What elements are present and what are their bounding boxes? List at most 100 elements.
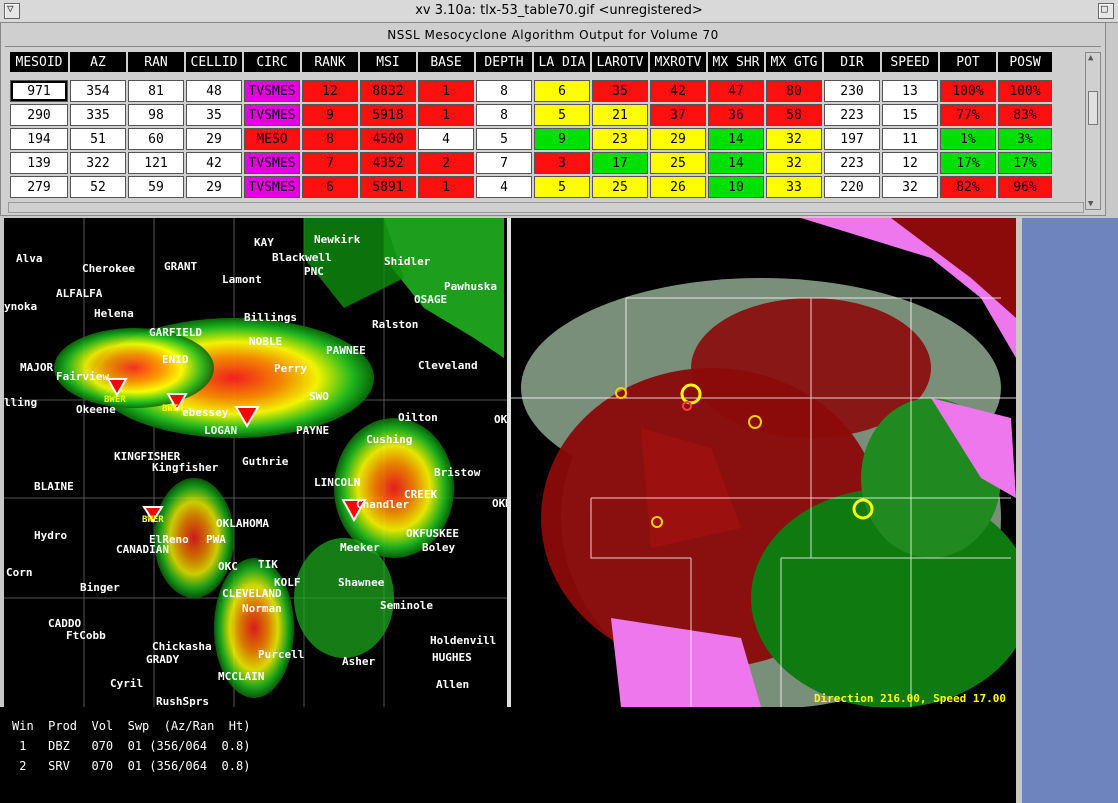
table-cell[interactable]: 35 xyxy=(592,80,648,102)
table-cell[interactable]: 223 xyxy=(824,152,880,174)
table-cell[interactable]: 971 xyxy=(10,80,68,102)
table-cell[interactable]: 9 xyxy=(534,128,590,150)
table-cell[interactable]: 12 xyxy=(302,80,358,102)
table-cell[interactable]: 322 xyxy=(70,152,126,174)
table-cell[interactable]: 279 xyxy=(10,176,68,198)
table-cell[interactable]: TVSMES xyxy=(244,176,300,198)
table-cell[interactable]: 13 xyxy=(882,80,938,102)
table-cell[interactable]: 3% xyxy=(998,128,1052,150)
table-cell[interactable]: 32 xyxy=(882,176,938,198)
table-cell[interactable]: 52 xyxy=(70,176,126,198)
table-cell[interactable]: 51 xyxy=(70,128,126,150)
table-cell[interactable]: 29 xyxy=(186,176,242,198)
table-cell[interactable]: 7 xyxy=(476,152,532,174)
table-cell[interactable]: 8832 xyxy=(360,80,416,102)
table-cell[interactable]: 230 xyxy=(824,80,880,102)
table-cell[interactable]: 290 xyxy=(10,104,68,126)
table-cell[interactable]: 48 xyxy=(186,80,242,102)
table-cell[interactable]: 1% xyxy=(940,128,996,150)
table-cell[interactable]: 96% xyxy=(998,176,1052,198)
table-cell[interactable]: 32 xyxy=(766,152,822,174)
table-cell[interactable]: 14 xyxy=(708,152,764,174)
table-cell[interactable]: 60 xyxy=(128,128,184,150)
table-cell[interactable]: MESO xyxy=(244,128,300,150)
table-cell[interactable]: TVSMES xyxy=(244,152,300,174)
table-cell[interactable]: 194 xyxy=(10,128,68,150)
table-cell[interactable]: 82% xyxy=(940,176,996,198)
table-cell[interactable]: 98 xyxy=(128,104,184,126)
table-cell[interactable]: 35 xyxy=(186,104,242,126)
table-cell[interactable]: 33 xyxy=(766,176,822,198)
table-cell[interactable]: 4500 xyxy=(360,128,416,150)
table-cell[interactable]: 8 xyxy=(302,128,358,150)
table-cell[interactable]: 47 xyxy=(708,80,764,102)
scroll-thumb[interactable] xyxy=(1088,91,1098,125)
table-cell[interactable]: 100% xyxy=(940,80,996,102)
table-cell[interactable]: 23 xyxy=(592,128,648,150)
table-cell[interactable]: 8 xyxy=(476,104,532,126)
table-cell[interactable]: TVSMES xyxy=(244,104,300,126)
table-cell[interactable]: 335 xyxy=(70,104,126,126)
table-cell[interactable]: 14 xyxy=(708,128,764,150)
table-cell[interactable]: 3 xyxy=(534,152,590,174)
table-cell[interactable]: 5891 xyxy=(360,176,416,198)
table-cell[interactable]: 1 xyxy=(418,104,474,126)
table-cell[interactable]: 17 xyxy=(592,152,648,174)
table-row[interactable]: 290 335 98 35 TVSMES 9 5918 1 8 5 21 37 36 58 223 15 77%… xyxy=(10,104,1052,126)
table-cell[interactable]: 15 xyxy=(882,104,938,126)
table-vertical-scrollbar[interactable]: ▲ ▼ xyxy=(1085,52,1101,210)
table-cell[interactable]: 100% xyxy=(998,80,1052,102)
table-cell[interactable]: 1 xyxy=(418,80,474,102)
table-cell[interactable]: 5918 xyxy=(360,104,416,126)
table-cell[interactable]: 77% xyxy=(940,104,996,126)
table-cell[interactable]: 83% xyxy=(998,104,1052,126)
table-cell[interactable]: 21 xyxy=(592,104,648,126)
scroll-up-icon[interactable]: ▲ xyxy=(1088,53,1093,63)
table-cell[interactable]: 37 xyxy=(650,104,706,126)
table-cell[interactable]: 1 xyxy=(418,176,474,198)
table-cell[interactable]: 12 xyxy=(882,152,938,174)
velocity-map[interactable]: Direction 216.00, Speed 17.00 xyxy=(511,218,1016,707)
table-cell[interactable]: 5 xyxy=(534,176,590,198)
table-cell[interactable]: 121 xyxy=(128,152,184,174)
table-cell[interactable]: 139 xyxy=(10,152,68,174)
table-cell[interactable]: 29 xyxy=(186,128,242,150)
table-cell[interactable]: TVSMES xyxy=(244,80,300,102)
table-horizontal-scrollbar[interactable] xyxy=(8,202,1084,213)
scroll-down-icon[interactable]: ▼ xyxy=(1088,199,1093,209)
table-cell[interactable]: 2 xyxy=(418,152,474,174)
table-cell[interactable]: 4 xyxy=(418,128,474,150)
table-cell[interactable]: 6 xyxy=(534,80,590,102)
table-row[interactable]: 279 52 59 29 TVSMES 6 5891 1 4 5 25 26 10 33 220 32 82% 9… xyxy=(10,176,1052,198)
table-row[interactable]: 139 322 121 42 TVSMES 7 4352 2 7 3 17 25 14 32 223 12 17… xyxy=(10,152,1052,174)
table-cell[interactable]: 59 xyxy=(128,176,184,198)
table-row[interactable]: 971 354 81 48 TVSMES 12 8832 1 8 6 35 42 47 80 230 13 10… xyxy=(10,80,1052,102)
table-cell[interactable]: 6 xyxy=(302,176,358,198)
table-cell[interactable]: 36 xyxy=(708,104,764,126)
table-cell[interactable]: 11 xyxy=(882,128,938,150)
table-cell[interactable]: 10 xyxy=(708,176,764,198)
table-cell[interactable]: 4352 xyxy=(360,152,416,174)
table-cell[interactable]: 25 xyxy=(592,176,648,198)
table-cell[interactable]: 354 xyxy=(70,80,126,102)
table-cell[interactable]: 81 xyxy=(128,80,184,102)
table-cell[interactable]: 5 xyxy=(476,128,532,150)
table-cell[interactable]: 9 xyxy=(302,104,358,126)
table-cell[interactable]: 197 xyxy=(824,128,880,150)
table-cell[interactable]: 220 xyxy=(824,176,880,198)
window-maximize-button[interactable]: □ xyxy=(1098,2,1114,19)
table-cell[interactable]: 29 xyxy=(650,128,706,150)
table-cell[interactable]: 42 xyxy=(186,152,242,174)
table-cell[interactable]: 17% xyxy=(998,152,1052,174)
table-cell[interactable]: 7 xyxy=(302,152,358,174)
table-cell[interactable]: 25 xyxy=(650,152,706,174)
table-cell[interactable]: 42 xyxy=(650,80,706,102)
reflectivity-map[interactable]: Alva Cherokee GRANT KAY Newkirk Blackwel… xyxy=(4,218,507,707)
table-cell[interactable]: 17% xyxy=(940,152,996,174)
table-cell[interactable]: 8 xyxy=(476,80,532,102)
table-cell[interactable]: 5 xyxy=(534,104,590,126)
table-cell[interactable]: 80 xyxy=(766,80,822,102)
table-cell[interactable]: 58 xyxy=(766,104,822,126)
table-cell[interactable]: 223 xyxy=(824,104,880,126)
table-cell[interactable]: 4 xyxy=(476,176,532,198)
